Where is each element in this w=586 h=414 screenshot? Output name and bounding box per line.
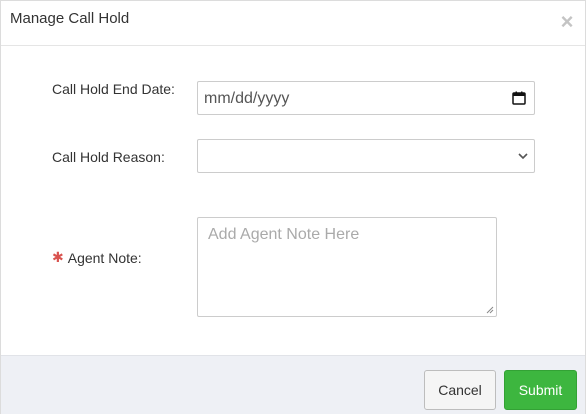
chevron-down-icon xyxy=(518,153,528,160)
close-icon[interactable]: × xyxy=(559,11,575,33)
agent-note-label-wrap: ✱ Agent Note: xyxy=(52,249,142,266)
resize-handle-icon[interactable] xyxy=(486,306,494,314)
agent-note-textarea[interactable]: Add Agent Note Here xyxy=(197,217,497,317)
agent-note-label: Agent Note: xyxy=(67,249,142,266)
end-date-label: Call Hold End Date: xyxy=(52,81,175,97)
reason-label: Call Hold Reason: xyxy=(52,149,165,165)
end-date-input[interactable]: mm/dd/yyyy xyxy=(197,81,535,115)
reason-select[interactable] xyxy=(197,139,535,173)
end-date-value: mm/dd/yyyy xyxy=(204,90,290,107)
required-asterisk-icon: ✱ xyxy=(52,249,64,265)
dialog-title: Manage Call Hold xyxy=(10,10,130,27)
agent-note-placeholder: Add Agent Note Here xyxy=(208,226,360,243)
dialog-header: Manage Call Hold × xyxy=(1,1,585,46)
calendar-icon[interactable] xyxy=(512,91,526,105)
dialog-footer: Cancel Submit xyxy=(1,355,585,414)
cancel-button[interactable]: Cancel xyxy=(424,370,496,410)
submit-button[interactable]: Submit xyxy=(504,370,577,410)
manage-call-hold-dialog: Manage Call Hold × Call Hold End Date: m… xyxy=(0,0,586,414)
